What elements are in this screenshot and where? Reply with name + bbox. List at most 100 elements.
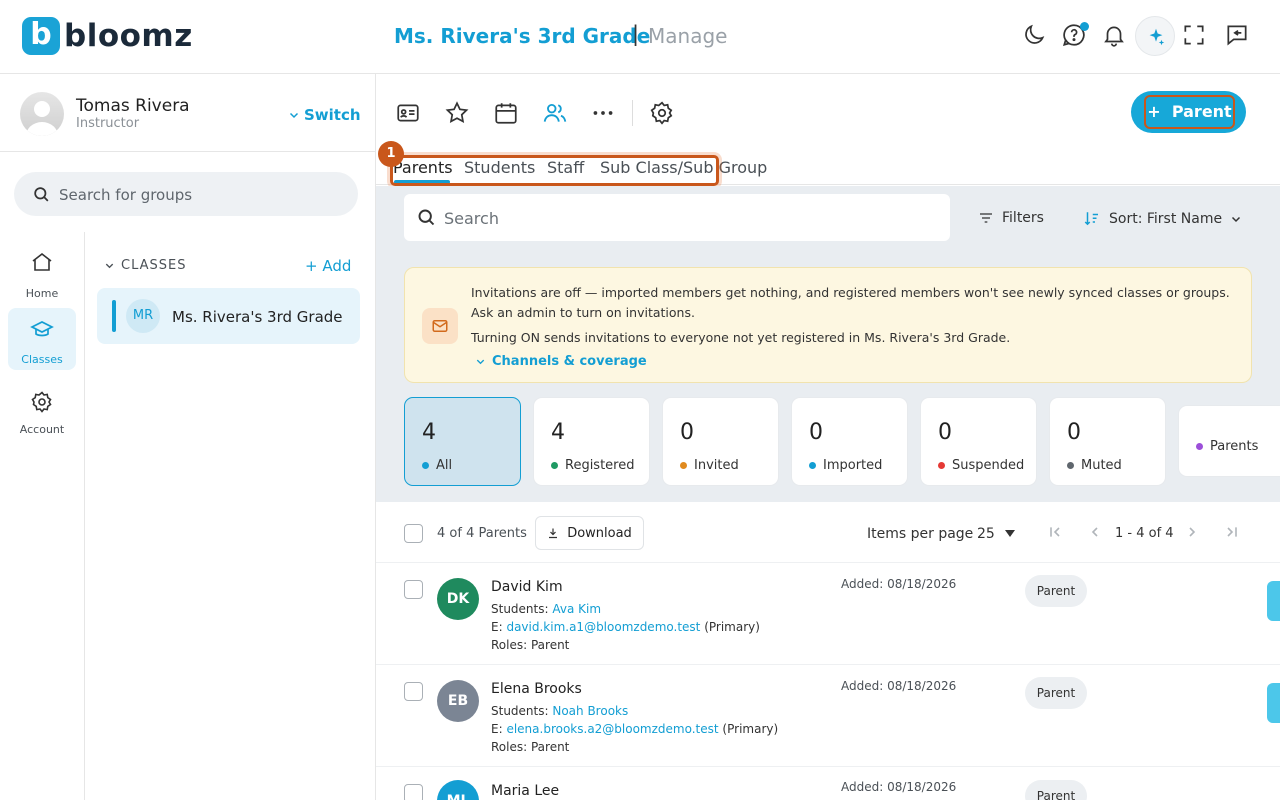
add-class-button[interactable]: + Add [305, 257, 351, 275]
member-avatar: DK [437, 578, 479, 620]
select-all-checkbox[interactable] [404, 524, 423, 543]
member-roles: Roles: Parent [491, 638, 570, 652]
feedback-icon[interactable] [1224, 22, 1250, 48]
email-link[interactable]: elena.brooks.a2@bloomzdemo.test [506, 722, 718, 736]
download-button[interactable]: Download [535, 516, 644, 550]
section-title: Manage [648, 24, 728, 48]
add-parent-button[interactable]: + Parent [1131, 91, 1246, 133]
table-row[interactable]: ML Maria Lee Added: 08/18/2026 Parent [376, 767, 1280, 800]
plus-icon: + [1147, 102, 1172, 121]
status-dot [1196, 443, 1203, 450]
classes-section-toggle[interactable]: CLASSES [104, 258, 186, 273]
member-name[interactable]: David Kim [491, 579, 563, 595]
status-dot [809, 462, 816, 469]
fullscreen-icon[interactable] [1181, 22, 1207, 48]
added-date: Added: 08/18/2026 [841, 679, 957, 693]
stat-label: Parents [1210, 439, 1259, 454]
dark-mode-icon[interactable] [1021, 22, 1047, 48]
search-icon [418, 209, 435, 226]
filters-label: Filters [1002, 210, 1044, 226]
email-link[interactable]: david.kim.a1@bloomzdemo.test [506, 620, 700, 634]
channels-coverage-toggle[interactable]: Channels & coverage [475, 354, 647, 369]
switch-button[interactable]: Switch [288, 106, 361, 124]
row-checkbox[interactable] [404, 682, 423, 701]
member-students: Students: Noah Brooks [491, 704, 628, 718]
stat-card-suspended[interactable]: 0 Suspended [920, 397, 1037, 486]
member-name[interactable]: Elena Brooks [491, 681, 582, 697]
table-row[interactable]: EB Elena Brooks Students: Noah Brooks E:… [376, 665, 1280, 767]
caret-down-icon [1005, 530, 1015, 537]
tabs-highlight-box [390, 155, 719, 186]
rail-item-home[interactable]: Home [8, 242, 76, 304]
chevron-down-icon [476, 359, 485, 365]
rail-label-account: Account [19, 423, 65, 436]
stat-card-muted[interactable]: 0 Muted [1049, 397, 1166, 486]
top-header: b bloomz Ms. Rivera's 3rd Grade | Manage [0, 0, 1280, 74]
student-link[interactable]: Ava Kim [552, 602, 601, 616]
calendar-icon[interactable] [493, 100, 519, 126]
user-avatar[interactable] [20, 92, 64, 136]
class-list-item[interactable]: MR Ms. Rivera's 3rd Grade [97, 288, 360, 344]
stat-card-imported[interactable]: 0 Imported [791, 397, 908, 486]
prev-page-icon[interactable] [1087, 524, 1103, 540]
rail-item-account[interactable]: Account [8, 378, 76, 440]
stat-label: Muted [1081, 458, 1122, 473]
group-search-input[interactable]: Search for groups [14, 172, 358, 216]
bloomz-logo[interactable]: b bloomz [22, 17, 193, 55]
sort-dropdown[interactable]: Sort: First Name [1083, 210, 1242, 228]
more-icon[interactable] [590, 100, 616, 126]
stat-label-row: All [422, 458, 452, 473]
filters-button[interactable]: Filters [978, 210, 1044, 226]
settings-gear-icon[interactable] [649, 100, 675, 126]
add-parent-label: Parent [1171, 102, 1232, 121]
notice-line-3: Turning ON sends invitations to everyone… [471, 330, 1011, 345]
roster-card-icon[interactable] [395, 100, 421, 126]
row-action-button[interactable] [1267, 683, 1280, 723]
table-row[interactable]: DK David Kim Students: Ava Kim E: david.… [376, 563, 1280, 665]
row-checkbox[interactable] [404, 784, 423, 800]
next-page-icon[interactable] [1184, 524, 1200, 540]
row-action-button[interactable] [1267, 581, 1280, 621]
stat-count: 0 [680, 420, 694, 445]
class-title[interactable]: Ms. Rivera's 3rd Grade [394, 24, 650, 48]
student-link[interactable]: Noah Brooks [552, 704, 628, 718]
items-per-page-select[interactable]: 25 [977, 526, 1015, 542]
title-separator: | [632, 22, 640, 46]
member-name[interactable]: Maria Lee [491, 783, 559, 799]
sort-label: Sort: First Name [1109, 211, 1223, 227]
first-page-icon[interactable] [1047, 524, 1063, 540]
stat-label: Registered [565, 458, 635, 473]
notice-line-2: Ask an admin to turn on invitations. [471, 305, 695, 320]
stat-card-parents[interactable]: Parents [1178, 405, 1280, 477]
students-label: Students: [491, 704, 553, 718]
filter-icon [980, 213, 992, 223]
stat-card-invited[interactable]: 0 Invited [662, 397, 779, 486]
rail-item-classes[interactable]: Classes [8, 308, 76, 370]
items-per-page-value: 25 [977, 526, 995, 542]
stat-count: 0 [938, 420, 952, 445]
students-label: Students: [491, 602, 553, 616]
star-icon[interactable] [444, 100, 470, 126]
last-page-icon[interactable] [1224, 524, 1240, 540]
class-avatar: MR [126, 299, 160, 333]
member-email: E: david.kim.a1@bloomzdemo.test (Primary… [491, 620, 760, 634]
status-dot [680, 462, 687, 469]
ai-assistant-button[interactable] [1135, 16, 1175, 56]
stat-label: Suspended [952, 458, 1025, 473]
member-avatar: EB [437, 680, 479, 722]
logo-mark: b [22, 17, 60, 55]
class-name: Ms. Rivera's 3rd Grade [172, 308, 343, 326]
people-icon[interactable] [541, 100, 567, 126]
bell-icon[interactable] [1101, 22, 1127, 48]
stat-card-registered[interactable]: 4 Registered [533, 397, 650, 486]
logo-wordmark: bloomz [64, 18, 193, 54]
plus-icon: + [305, 257, 323, 275]
page-range: 1 - 4 of 4 [1115, 526, 1174, 541]
email-suffix: (Primary) [700, 620, 760, 634]
added-date: Added: 08/18/2026 [841, 780, 957, 794]
stat-count: 4 [422, 420, 436, 445]
member-search-input[interactable]: Search [404, 194, 950, 241]
stat-card-all[interactable]: 4 All [404, 397, 521, 486]
help-icon[interactable] [1061, 22, 1089, 48]
row-checkbox[interactable] [404, 580, 423, 599]
